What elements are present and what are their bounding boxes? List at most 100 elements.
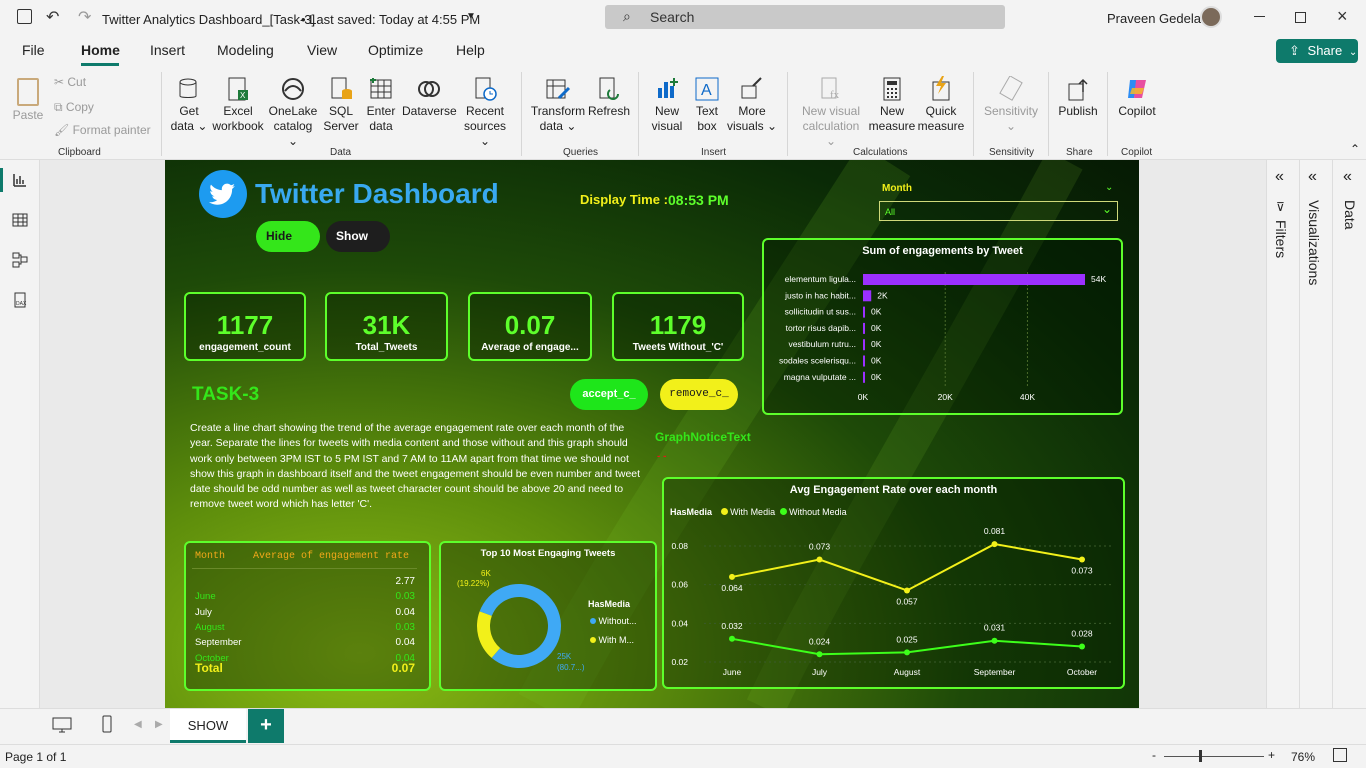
legend-marker: [590, 637, 596, 643]
chevron-down-icon[interactable]: ⌄: [1105, 182, 1113, 193]
report-view-icon[interactable]: [12, 172, 28, 188]
tab-file[interactable]: File: [22, 42, 45, 58]
ribbon-tabs: File Home Insert Modeling View Optimize …: [0, 36, 1366, 68]
line-point: [991, 541, 998, 548]
next-page-icon[interactable]: ▶: [155, 719, 163, 730]
undo-icon[interactable]: ↶: [46, 7, 59, 27]
zoom-slider-handle[interactable]: [1199, 750, 1202, 762]
get-data-button[interactable]: Get data ⌄: [168, 76, 210, 134]
copy-button[interactable]: ⧉ Copy: [54, 100, 94, 115]
paste-button[interactable]: Paste: [12, 78, 44, 123]
close-icon[interactable]: ×: [1337, 6, 1348, 27]
collapse-ribbon-icon[interactable]: ⌃: [1350, 142, 1360, 156]
data-pane[interactable]: « Data: [1332, 160, 1366, 708]
bar-category-label: sollicitudin ut sus...: [785, 307, 856, 317]
minimize-icon[interactable]: [1254, 16, 1265, 17]
zoom-out-button[interactable]: -: [1152, 748, 1156, 762]
share-button[interactable]: ⇪ Share ⌄: [1276, 39, 1358, 63]
avg-engagement-line-chart[interactable]: Avg Engagement Rate over each month HasM…: [662, 477, 1125, 689]
hide-button[interactable]: Hide: [256, 221, 320, 252]
line-point: [729, 635, 735, 642]
redo-icon[interactable]: ↷: [78, 7, 91, 27]
tab-insert[interactable]: Insert: [150, 42, 185, 58]
page-tab-show[interactable]: SHOW: [170, 709, 246, 743]
tab-view[interactable]: View: [307, 42, 337, 58]
publish-button[interactable]: Publish: [1056, 76, 1100, 119]
top-engaging-tweets-donut[interactable]: Top 10 Most Engaging Tweets 6K (19.22%) …: [439, 541, 657, 691]
bar-data-label: 0K: [871, 307, 882, 317]
onelake-catalog-button[interactable]: OneLake catalog ⌄: [268, 76, 318, 149]
tab-optimize[interactable]: Optimize: [368, 42, 423, 58]
publish-label: Publish: [1058, 104, 1098, 118]
recent-sources-button[interactable]: Recent sources ⌄: [458, 76, 512, 149]
donut-slice: [477, 611, 501, 658]
engagement-rate-table[interactable]: Month Average of engagement rate 2.77 Jun…: [184, 541, 431, 691]
table-header-rate: Average of engagement rate: [253, 551, 410, 562]
table-total-value: 0.07: [391, 661, 415, 675]
copilot-button[interactable]: Copilot: [1114, 76, 1160, 119]
fit-to-page-icon[interactable]: [1333, 748, 1347, 762]
refresh-button[interactable]: Refresh: [588, 76, 630, 119]
remove-c-button[interactable]: remove_c_: [660, 379, 738, 410]
mobile-layout-icon[interactable]: [102, 715, 112, 733]
bar-data-label: 2K: [877, 290, 888, 300]
format-painter-button[interactable]: 🖌 Format painter: [54, 123, 151, 138]
table-header-month: Month: [195, 551, 226, 562]
enter-data-button[interactable]: Enter data: [364, 76, 398, 134]
show-button[interactable]: Show: [326, 221, 390, 252]
bar-category-label: vestibulum rutru...: [788, 339, 856, 349]
filters-pane[interactable]: « ⊽ Filters: [1266, 160, 1296, 708]
svg-text:DAX: DAX: [16, 301, 27, 307]
month-dropdown[interactable]: All ⌄: [879, 201, 1118, 221]
svg-text:fx: fx: [830, 89, 840, 101]
dataverse-icon: [418, 81, 440, 97]
table-view-icon[interactable]: [12, 212, 28, 228]
bar-data-label: 0K: [871, 339, 882, 349]
new-visual-button[interactable]: New visual: [648, 76, 686, 134]
table-cell-rate: 0.03: [395, 591, 415, 603]
new-measure-button[interactable]: New measure: [868, 76, 916, 134]
dax-query-view-icon[interactable]: DAX: [12, 292, 28, 308]
accept-c-button[interactable]: accept_c_: [570, 379, 648, 410]
cut-button[interactable]: ✂ Cut: [54, 75, 86, 90]
desktop-layout-icon[interactable]: [52, 717, 72, 733]
model-view-icon[interactable]: [12, 252, 28, 268]
tab-home[interactable]: Home: [81, 42, 120, 58]
kpi-total-tweets: 31K Total_Tweets: [325, 292, 448, 361]
chevron-down-icon[interactable]: ▼: [466, 11, 476, 22]
sql-server-button[interactable]: SQL Server: [322, 76, 360, 134]
save-icon[interactable]: [17, 9, 32, 24]
zoom-in-button[interactable]: +: [1268, 748, 1275, 762]
calculator-icon: [883, 77, 901, 101]
new-visual-calculation-button[interactable]: fx New visual calculation ⌄: [796, 76, 866, 149]
display-time: 08:53 PM: [668, 192, 729, 208]
quick-measure-button[interactable]: Quick measure: [916, 76, 966, 134]
divider: [161, 72, 162, 156]
sensitivity-button[interactable]: Sensitivity ⌄: [980, 76, 1042, 134]
transform-data-button[interactable]: Transform data ⌄: [530, 76, 586, 134]
visualizations-pane[interactable]: « Visualizations: [1299, 160, 1329, 708]
refresh-label: Refresh: [588, 104, 631, 118]
search-box[interactable]: ⌕ Search: [605, 5, 1005, 29]
excel-workbook-button[interactable]: X Excel workbook: [210, 76, 266, 134]
more-visuals-button[interactable]: More visuals ⌄: [726, 76, 778, 134]
line-data-label: 0.057: [896, 596, 918, 606]
engagements-by-tweet-chart[interactable]: Sum of engagements by Tweet 0K 20K 40K elem…: [762, 238, 1123, 415]
enter-label-2: data: [369, 119, 393, 133]
bar-category-label: elementum ligula...: [785, 274, 856, 284]
dashboard-title: Twitter Dashboard: [255, 178, 499, 209]
dataverse-button[interactable]: Dataverse: [402, 76, 457, 119]
tab-modeling[interactable]: Modeling: [217, 42, 274, 58]
kpi-tweets-without-c: 1179 Tweets Without_'C': [612, 292, 744, 361]
text-box-button[interactable]: A Text box: [690, 76, 724, 134]
sensitivity-label: Sensitivity: [983, 104, 1039, 118]
avatar[interactable]: [1200, 6, 1222, 28]
tab-help[interactable]: Help: [456, 42, 485, 58]
add-page-button[interactable]: +: [248, 709, 284, 743]
prev-page-icon[interactable]: ◀: [134, 719, 142, 730]
onelake-icon: [282, 78, 304, 100]
copy-icon: ⧉: [54, 100, 66, 114]
zoom-slider[interactable]: [1164, 750, 1264, 762]
maximize-icon[interactable]: [1295, 12, 1306, 23]
cut-icon: ✂: [54, 75, 68, 89]
